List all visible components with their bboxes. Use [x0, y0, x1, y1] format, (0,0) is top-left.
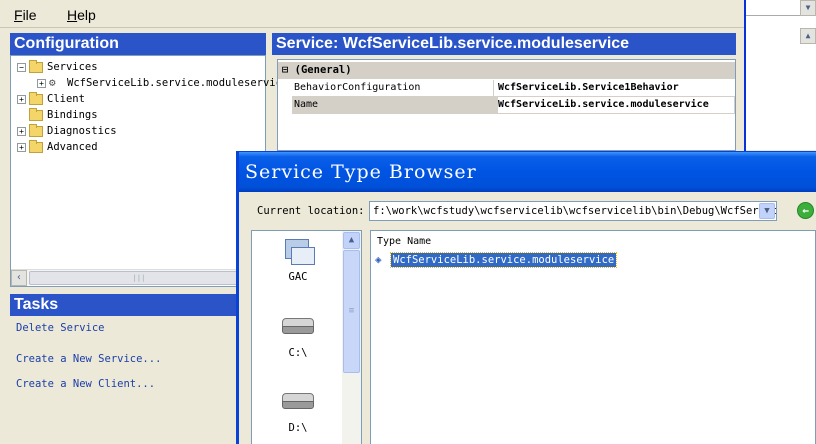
location-value: f:\work\wcfstudy\wcfservicelib\wcfservic… — [373, 205, 776, 217]
menubar: File Help — [0, 0, 744, 28]
tasks-list: Delete Service Create a New Service... C… — [10, 316, 266, 444]
collapse-icon[interactable]: − — [17, 62, 26, 72]
property-key: Name — [292, 97, 494, 113]
tree-item-label: Bindings — [47, 109, 98, 121]
create-client-link[interactable]: Create a New Client... — [16, 378, 155, 390]
create-service-link[interactable]: Create a New Service... — [16, 353, 161, 365]
scrollbar-thumb[interactable]: ≡ — [343, 250, 360, 373]
tasks-header: Tasks — [10, 294, 266, 316]
service-type-browser-dialog: Service Type Browser Current location: f… — [236, 151, 816, 444]
tree-item-moduleservice[interactable]: + ⚙ WcfServiceLib.service.moduleservice — [37, 75, 288, 91]
menu-help-mnemonic: H — [67, 7, 78, 23]
folder-icon — [29, 107, 43, 121]
expand-icon[interactable]: + — [17, 126, 26, 136]
tree-item-label: Client — [47, 93, 85, 105]
menu-help-label: elp — [77, 7, 96, 23]
property-value[interactable]: WcfServiceLib.Service1Behavior — [498, 80, 734, 96]
location-combobox[interactable]: f:\work\wcfstudy\wcfservicelib\wcfservic… — [369, 201, 777, 221]
place-gac[interactable]: GAC — [252, 237, 344, 283]
service-header: Service: WcfServiceLib.service.moduleser… — [272, 33, 736, 55]
tree-item-bindings[interactable]: Bindings — [29, 107, 98, 123]
scrollbar-thumb[interactable]: ||| — [29, 271, 249, 285]
type-list: Type Name ◈ WcfServiceLib.service.module… — [370, 230, 816, 444]
delete-service-link[interactable]: Delete Service — [16, 322, 105, 334]
place-label: D:\ — [288, 422, 308, 434]
tree-item-label: Services — [47, 61, 98, 73]
tree-item-client[interactable]: + Client — [17, 91, 85, 107]
gac-icon — [283, 237, 315, 265]
place-label: GAC — [288, 271, 308, 283]
place-c-drive[interactable]: C:\ — [252, 315, 344, 359]
service-icon: ⚙ — [49, 76, 56, 89]
tree-item-services[interactable]: − Services — [17, 59, 98, 75]
folder-icon — [29, 91, 43, 105]
drive-icon — [281, 390, 315, 410]
property-row-name[interactable]: Name WcfServiceLib.service.moduleservice — [292, 97, 735, 114]
tree-horizontal-scrollbar[interactable]: ‹ ||| — [11, 269, 265, 286]
configuration-header: Configuration — [10, 33, 266, 55]
folder-icon — [29, 139, 43, 153]
property-grid: ⊟ (General) BehaviorConfiguration WcfSer… — [277, 59, 736, 151]
scroll-left-icon[interactable]: ‹ — [11, 270, 27, 286]
location-label: Current location: — [257, 205, 365, 217]
drive-icon — [281, 315, 315, 335]
property-row-behaviorconfiguration[interactable]: BehaviorConfiguration WcfServiceLib.Serv… — [292, 80, 735, 97]
menu-file-label: ile — [22, 7, 37, 23]
type-name-column-header[interactable]: Type Name — [377, 236, 431, 247]
tree-item-label: WcfServiceLib.service.moduleservice — [67, 77, 289, 89]
menu-file-mnemonic: F — [14, 7, 23, 23]
expand-icon[interactable]: + — [17, 142, 26, 152]
tree-item-label: Advanced — [47, 141, 98, 153]
folder-icon — [29, 59, 43, 73]
expand-icon[interactable]: + — [37, 78, 46, 88]
chevron-down-icon[interactable]: ▼ — [800, 0, 816, 16]
scroll-up-icon[interactable]: ▲ — [343, 232, 360, 249]
menu-file[interactable]: File — [14, 7, 37, 23]
folder-icon — [29, 123, 43, 137]
background-window-edge: ▼ ▲ — [746, 0, 816, 150]
dialog-title-bar[interactable]: Service Type Browser — [239, 152, 816, 192]
service-type-icon: ◈ — [375, 253, 382, 266]
tree-item-advanced[interactable]: + Advanced — [17, 139, 98, 155]
property-key: BehaviorConfiguration — [292, 80, 494, 96]
menu-help[interactable]: Help — [67, 7, 96, 23]
configuration-tree: − Services + ⚙ WcfServiceLib.service.mod… — [10, 55, 288, 287]
tree-item-diagnostics[interactable]: + Diagnostics — [17, 123, 117, 139]
go-arrow-icon[interactable]: ← — [797, 202, 814, 219]
place-d-drive[interactable]: D:\ — [252, 390, 344, 434]
chevron-up-icon[interactable]: ▲ — [800, 28, 816, 44]
property-category[interactable]: ⊟ (General) — [278, 62, 735, 79]
places-vertical-scrollbar[interactable]: ▲ ≡ — [342, 231, 361, 444]
places-list: GAC C:\ D:\ ▲ ≡ — [251, 230, 362, 444]
property-value[interactable]: WcfServiceLib.service.moduleservice — [498, 97, 734, 113]
tree-item-label: Diagnostics — [47, 125, 117, 137]
place-label: C:\ — [288, 347, 308, 359]
type-label: WcfServiceLib.service.moduleservice — [389, 252, 618, 268]
expand-icon[interactable]: + — [17, 94, 26, 104]
type-row[interactable]: ◈ WcfServiceLib.service.moduleservice — [375, 252, 618, 268]
property-category-label: (General) — [294, 64, 352, 76]
chevron-down-icon[interactable]: ▼ — [759, 203, 775, 219]
